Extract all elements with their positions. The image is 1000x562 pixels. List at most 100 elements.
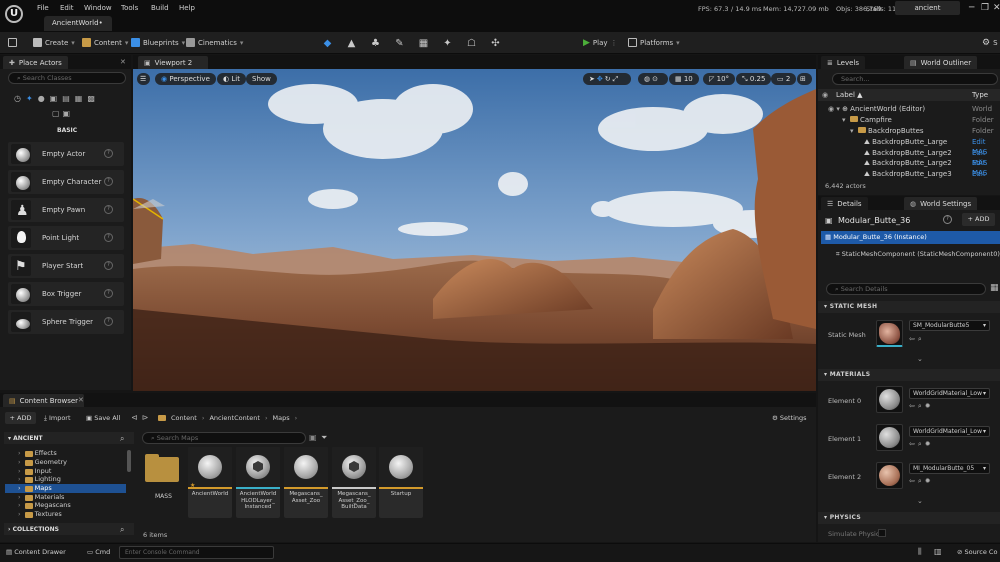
asset-action-icons[interactable]: ⇦⌕ <box>909 335 925 344</box>
search-maps-input[interactable]: ⌕ Search Maps <box>142 432 306 444</box>
details-view-options-icon[interactable]: ▦ <box>990 283 999 293</box>
asset-action-icons[interactable]: ⇦⌕✹ <box>909 477 934 486</box>
actor-category-icons[interactable]: ◷✦●▣▤▦▩ <box>14 94 118 106</box>
material-thumbnail[interactable] <box>876 462 903 489</box>
cmd-button[interactable]: ▭ Cmd <box>87 548 110 556</box>
asset-tile[interactable]: AncientWorld HLODLayer_ Instanced <box>236 447 280 518</box>
perspective-button[interactable]: ◉ Perspective <box>155 73 216 85</box>
tree-item-lighting[interactable]: › Lighting <box>18 475 61 484</box>
folder-mass[interactable] <box>143 451 181 483</box>
outliner-search-input[interactable]: Search... <box>832 73 998 85</box>
tree-scrollbar[interactable] <box>127 450 131 472</box>
edit-mass-link[interactable]: Edit MAS <box>972 169 1000 178</box>
platforms-button[interactable]: Platforms ▾ <box>628 38 680 47</box>
tab-world-outliner[interactable]: ▤ World Outliner <box>904 56 978 69</box>
selected-actor-name[interactable]: Modular_Butte_36 <box>838 216 910 225</box>
tab-content-browser[interactable]: ▤ Content Browser <box>3 394 85 407</box>
asset-tile[interactable]: Startup <box>379 447 423 518</box>
tree-item-geometry[interactable]: › Geometry <box>18 458 67 467</box>
tab-viewport-2[interactable]: ▣ Viewport 2 <box>138 56 208 69</box>
help-icon[interactable]: ? <box>104 261 113 270</box>
viewport-menu-button[interactable]: ☰ <box>137 73 150 85</box>
column-type[interactable]: Type <box>972 91 988 99</box>
source-control-button[interactable]: ⊘ Source Co <box>957 548 997 556</box>
play-button[interactable]: ▶ Play ⋮ <box>583 38 618 48</box>
tab-levels[interactable]: ≣ Levels <box>821 56 865 69</box>
help-icon[interactable]: ? <box>104 289 113 298</box>
section-materials[interactable]: ▾ MATERIALS <box>818 369 1000 381</box>
element-2-dropdown[interactable]: MI_ModularButte_05 ▾ <box>909 463 990 474</box>
search-classes-input[interactable]: ⌕ Search Classes <box>8 72 126 84</box>
actor-sphere-trigger[interactable]: Sphere Trigger? <box>8 310 124 334</box>
import-button[interactable]: ⤓ Import <box>44 414 71 423</box>
instance-row[interactable]: ▦ Modular_Butte_36 (Instance) <box>821 231 1000 244</box>
expand-chevron-icon[interactable]: ⌄ <box>917 497 923 505</box>
save-all-button[interactable]: ▣ Save All <box>86 414 120 422</box>
menu-help[interactable]: Help <box>179 4 195 12</box>
breadcrumb-ancientcontent[interactable]: AncientContent <box>209 414 259 422</box>
menu-build[interactable]: Build <box>151 4 169 12</box>
menu-tools[interactable]: Tools <box>121 4 138 12</box>
menu-window[interactable]: Window <box>84 4 112 12</box>
console-input[interactable]: Enter Console Command <box>119 546 274 559</box>
tree-item-textures[interactable]: › Textures <box>18 510 62 519</box>
column-label[interactable]: Label ▲ <box>836 91 863 99</box>
mesh-mode-icon[interactable]: ▦ <box>418 38 429 49</box>
tree-item-effects[interactable]: › Effects <box>18 449 57 458</box>
lit-button[interactable]: ◐ Lit <box>217 73 246 85</box>
tab-place-actors[interactable]: ✚ Place Actors <box>3 56 68 69</box>
transform-tools[interactable]: ➤✥↻⤢ <box>583 73 631 85</box>
level-viewport[interactable]: ☰ ◉ Perspective ◐ Lit Show ➤✥↻⤢ ◍⊙ ▦ 10 … <box>133 69 816 391</box>
blueprints-button[interactable]: Blueprints ▾ <box>131 38 185 47</box>
actor-empty-actor[interactable]: Empty Actor? <box>8 142 124 166</box>
cinematics-button[interactable]: Cinematics ▾ <box>186 38 243 47</box>
content-drawer-button[interactable]: ▤ Content Drawer <box>6 548 66 556</box>
help-icon[interactable]: ? <box>104 317 113 326</box>
add-button[interactable]: + ADD <box>5 412 36 424</box>
close-tab-icon[interactable]: ✕ <box>120 58 126 66</box>
coord-space-buttons[interactable]: ◍⊙ <box>638 73 668 85</box>
layout-button[interactable]: ⊞ <box>797 73 812 85</box>
rotation-snap-button[interactable]: ◸ 10° <box>703 73 736 85</box>
show-button[interactable]: Show <box>246 73 277 85</box>
expand-chevron-icon[interactable]: ⌄ <box>917 355 923 363</box>
camera-speed-button[interactable]: ▭ 2 <box>771 73 797 85</box>
tree-item-maps[interactable]: › Maps <box>18 484 52 493</box>
close-icon[interactable]: ✕ <box>993 3 1000 13</box>
asset-action-icons[interactable]: ⇦⌕✹ <box>909 402 934 411</box>
breadcrumb-content[interactable]: Content <box>171 414 197 422</box>
asset-action-icons[interactable]: ⇦⌕✹ <box>909 440 934 449</box>
static-mesh-thumbnail[interactable] <box>876 320 903 347</box>
maximize-icon[interactable]: ❐ <box>981 3 989 13</box>
material-thumbnail[interactable] <box>876 424 903 451</box>
more-category-icons[interactable]: ▢▣ <box>52 109 73 118</box>
search-icon[interactable]: ⌕ <box>120 434 124 444</box>
tab-world-settings[interactable]: ◍ World Settings <box>904 197 978 210</box>
tab-details[interactable]: ☰ Details <box>821 197 868 210</box>
unreal-logo[interactable]: U <box>5 5 23 23</box>
eye-icon[interactable]: ◉ <box>822 91 828 99</box>
menu-file[interactable]: File <box>37 4 49 12</box>
section-static-mesh[interactable]: ▾ STATIC MESH <box>818 301 1000 313</box>
settings-button[interactable]: ⚙ S <box>982 38 998 48</box>
breadcrumb-maps[interactable]: Maps <box>273 414 290 422</box>
help-icon[interactable]: ? <box>104 233 113 242</box>
notification-icon[interactable]: ▥ <box>934 547 942 556</box>
asset-tile[interactable]: Megascans_ Asset_Zoo <box>284 447 328 518</box>
menu-edit[interactable]: Edit <box>60 4 74 12</box>
actor-empty-pawn[interactable]: ♟ Empty Pawn? <box>8 198 124 222</box>
history-nav-icons[interactable]: ⊲⊳ <box>131 413 152 422</box>
skeleton-mode-icon[interactable]: ✣ <box>490 38 501 49</box>
create-button[interactable]: Create ▾ <box>33 38 75 47</box>
element-0-dropdown[interactable]: WorldGridMaterial_Low ▾ <box>909 388 990 399</box>
save-icon[interactable] <box>8 38 17 47</box>
paint-mode-icon[interactable]: ✎ <box>394 38 405 49</box>
minimize-icon[interactable]: ─ <box>969 3 974 13</box>
content-button[interactable]: Content ▾ <box>82 38 128 47</box>
document-tab[interactable]: AncientWorld• <box>44 16 112 31</box>
add-component-button[interactable]: + ADD <box>962 213 995 226</box>
details-search-input[interactable]: ⌕ Search Details <box>826 283 986 295</box>
foliage-mode-icon[interactable]: ♣ <box>370 38 381 49</box>
select-mode-icon[interactable]: ◆ <box>322 38 333 49</box>
actor-player-start[interactable]: ⚑ Player Start? <box>8 254 124 278</box>
